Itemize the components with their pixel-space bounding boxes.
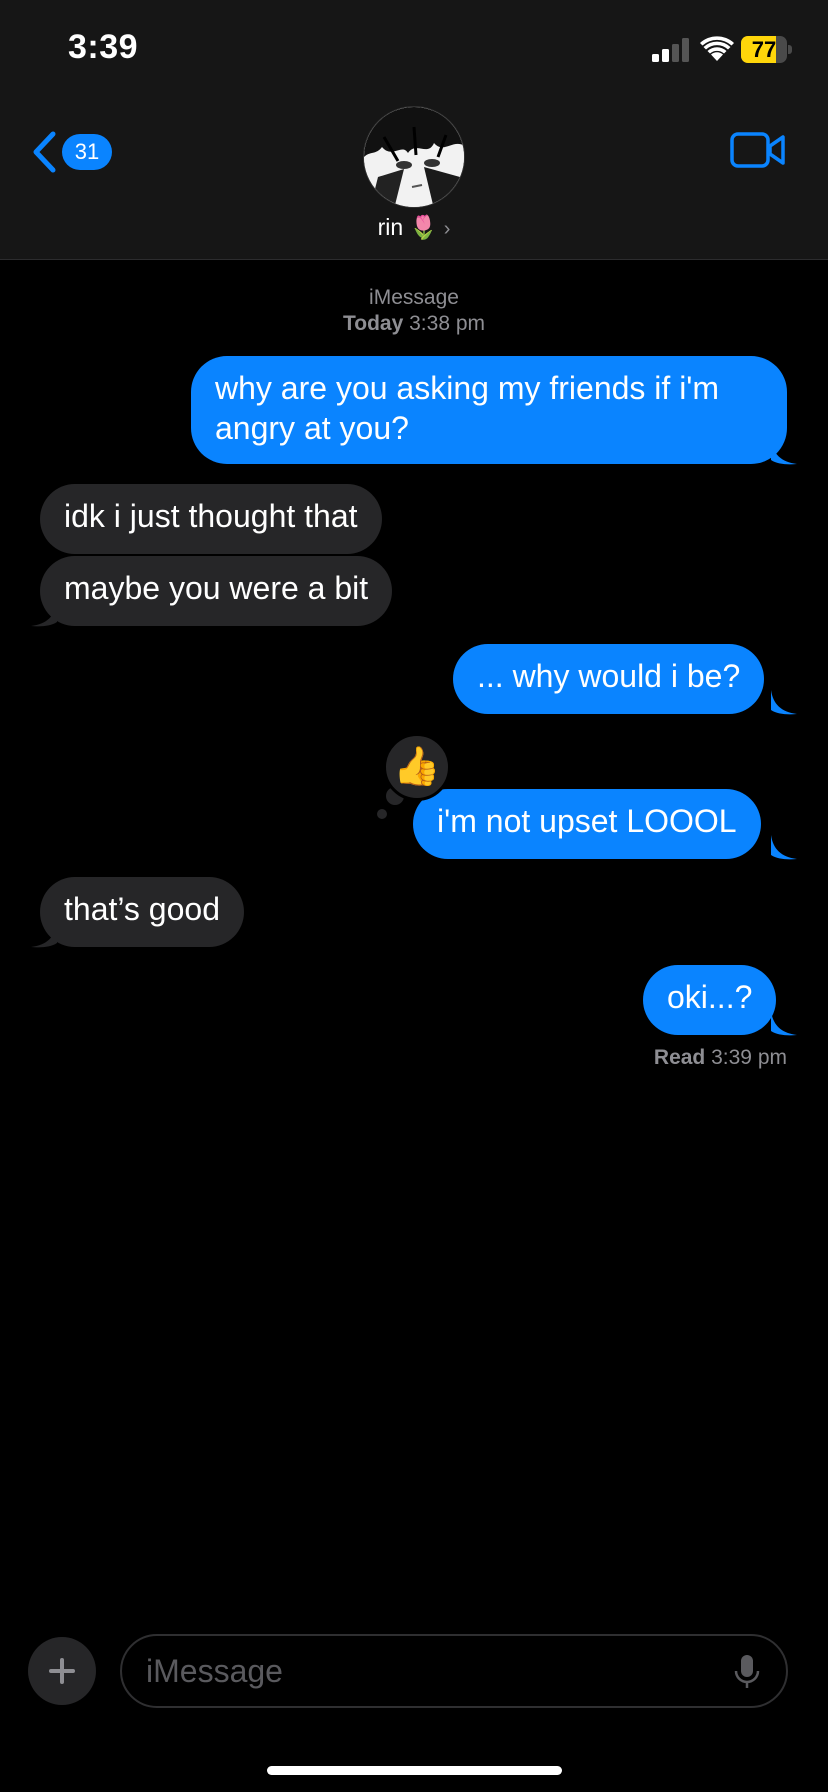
battery-icon: 77 — [741, 36, 792, 63]
sent-message-bubble[interactable]: why are you asking my friends if i'm ang… — [191, 356, 787, 464]
message-text: ... why would i be? — [477, 658, 741, 694]
received-bubble-tail — [31, 602, 57, 627]
read-receipt: Read 3:39 pm — [654, 1046, 787, 1070]
add-attachment-button[interactable] — [28, 1637, 96, 1705]
read-time: 3:39 pm — [711, 1046, 787, 1069]
received-message-bubble[interactable]: that’s good — [40, 877, 244, 947]
message-text: that’s good — [64, 891, 220, 927]
conversation-header: 31 rin 🌷 › — [0, 100, 828, 260]
message-text: i'm not upset LOOOL — [437, 803, 737, 839]
avatar-illustration-icon — [364, 107, 464, 207]
received-bubble-tail — [31, 923, 57, 948]
chevron-left-icon — [33, 131, 56, 173]
contact-name-button[interactable]: rin 🌷 › — [0, 214, 828, 241]
message-text: why are you asking my friends if i'm — [215, 370, 720, 406]
tulip-icon: 🌷 — [409, 214, 438, 240]
contact-avatar[interactable] — [363, 106, 465, 208]
received-message-bubble[interactable]: idk i just thought that — [40, 484, 382, 554]
battery-level: 77 — [751, 37, 777, 62]
message-input-container[interactable] — [120, 1634, 788, 1708]
sent-bubble-tail — [771, 440, 797, 465]
tapback-dot — [377, 809, 387, 819]
sent-bubble-tail — [771, 690, 797, 715]
sent-message-bubble[interactable]: i'm not upset LOOOL — [413, 789, 761, 859]
home-indicator — [267, 1766, 562, 1775]
video-call-icon[interactable] — [730, 130, 786, 170]
message-input[interactable] — [146, 1650, 706, 1692]
unread-count-badge: 31 — [62, 134, 112, 170]
message-text: maybe you were a bit — [64, 570, 369, 606]
sent-message-bubble[interactable]: ... why would i be? — [453, 644, 765, 714]
cellular-signal-icon — [652, 38, 689, 62]
sent-message-bubble[interactable]: oki...? — [643, 965, 777, 1035]
message-text: oki...? — [667, 979, 753, 1015]
sent-bubble-tail — [771, 1011, 797, 1036]
message-text: idk i just thought that — [64, 498, 358, 534]
service-label: iMessage — [369, 286, 459, 309]
status-time: 3:39 — [68, 28, 139, 66]
back-button[interactable]: 31 — [30, 128, 120, 176]
conversation-timestamp: Today 3:38 pm — [0, 312, 828, 336]
date-label: Today — [342, 312, 404, 335]
status-bar: 3:39 77 — [0, 0, 828, 100]
wifi-icon — [700, 36, 734, 61]
received-message-bubble[interactable]: maybe you were a bit — [40, 556, 393, 626]
read-label: Read — [653, 1046, 706, 1069]
chevron-right-icon: › — [443, 218, 451, 240]
thumbs-up-tapback-icon[interactable]: 👍 — [383, 733, 451, 801]
date-time: 3:38 pm — [409, 312, 486, 335]
contact-name: rin — [377, 214, 404, 240]
message-text-line2: angry at you? — [215, 410, 409, 446]
sent-bubble-tail — [771, 835, 797, 860]
microphone-icon[interactable] — [734, 1654, 760, 1690]
